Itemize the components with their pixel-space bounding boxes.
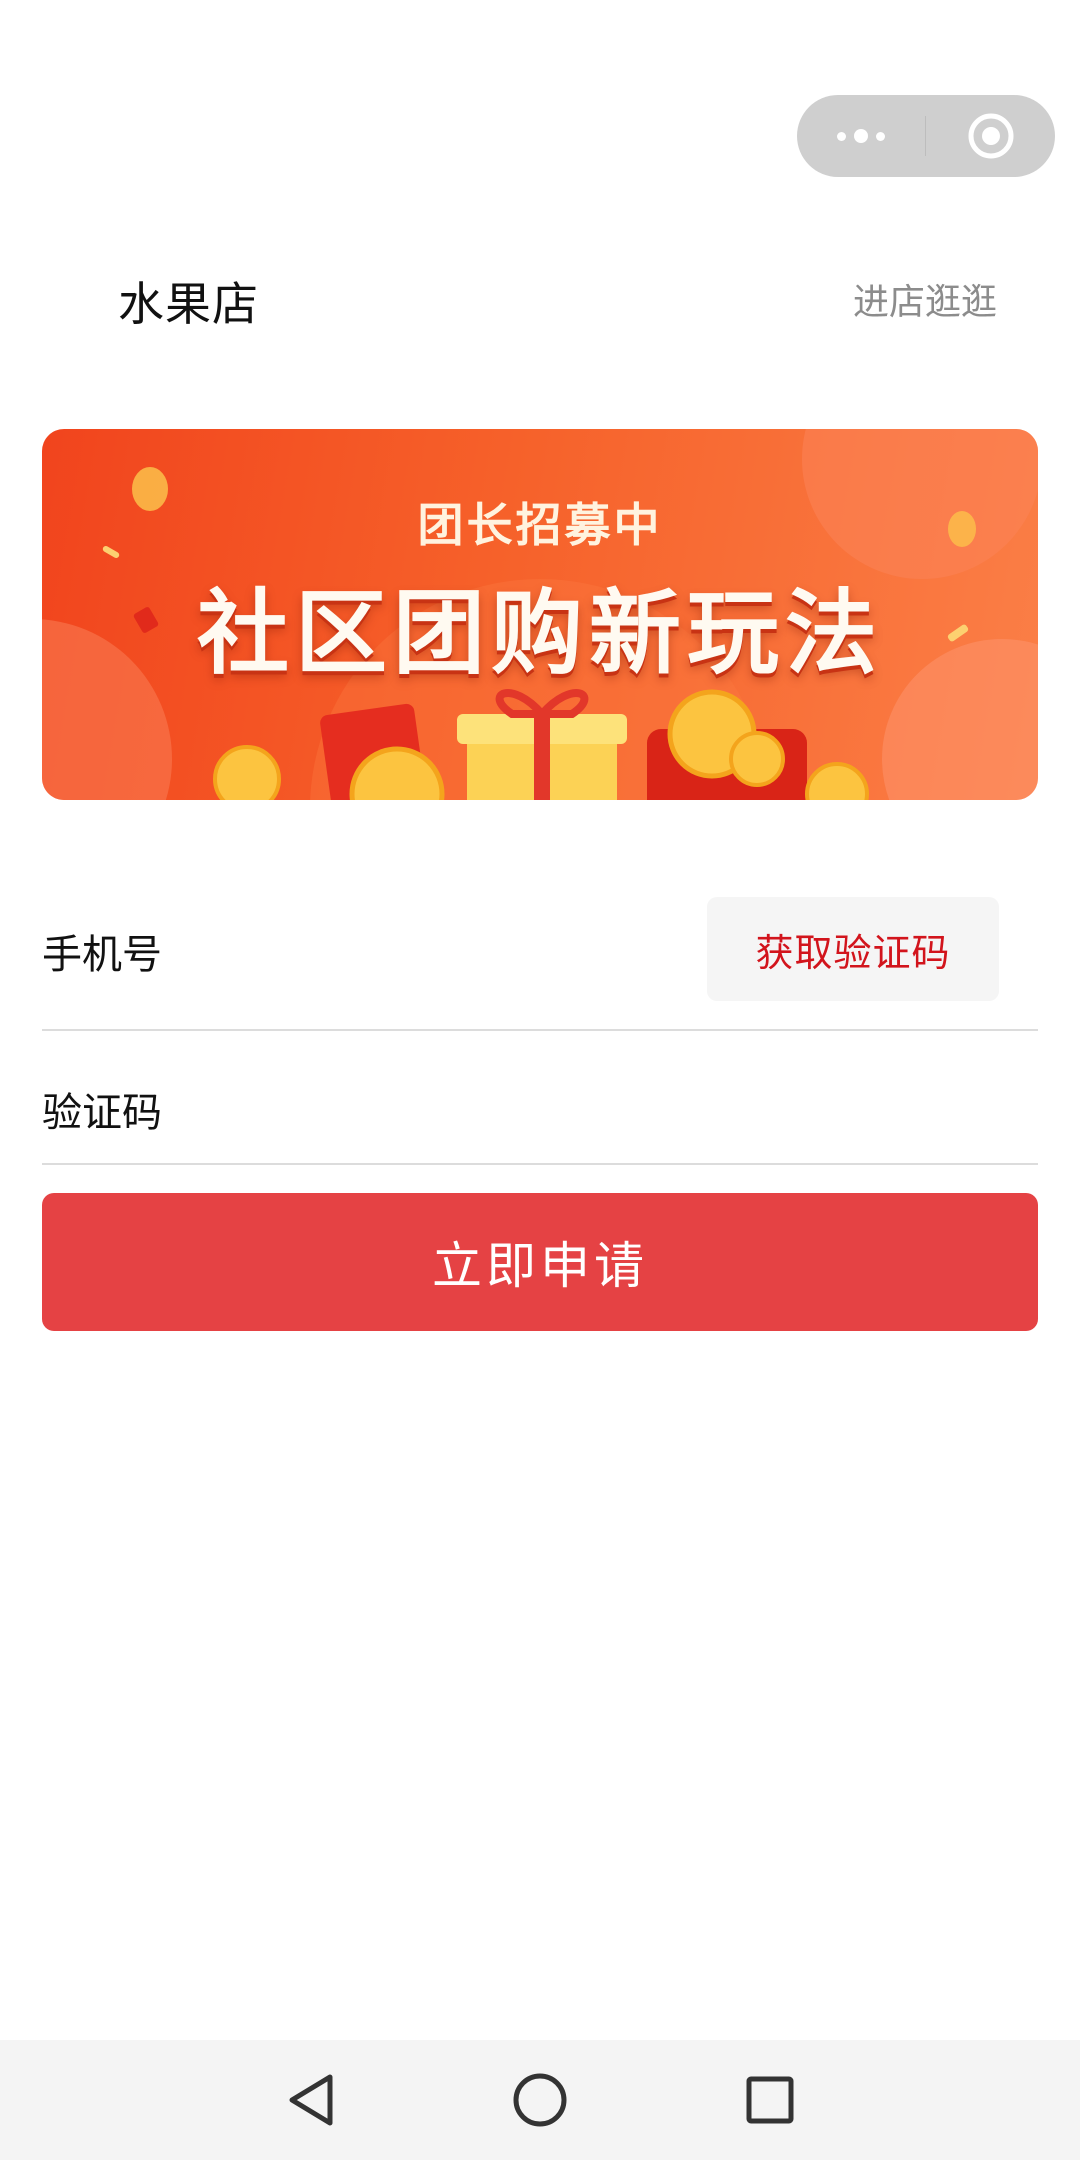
code-divider <box>42 1163 1038 1165</box>
submit-apply-button[interactable]: 立即申请 <box>42 1193 1038 1331</box>
shop-name: 水果店 <box>118 277 259 331</box>
miniprogram-capsule <box>797 95 1055 177</box>
recruit-banner[interactable]: 团长招募中 社区团购新玩法 <box>42 429 1038 800</box>
target-close-icon[interactable] <box>926 95 1055 177</box>
code-input[interactable] <box>200 1050 1038 1154</box>
phone-label: 手机号 <box>42 932 162 978</box>
triangle-back-icon[interactable] <box>250 2040 370 2160</box>
system-nav-bar <box>0 2040 1080 2160</box>
code-label: 验证码 <box>42 1090 162 1136</box>
more-dots-icon[interactable] <box>797 95 925 177</box>
page: 水果店 进店逛逛 团长招募中 社区团购新玩法 手机号 获取验证码 验证码 立即申… <box>0 0 1080 2160</box>
visit-shop-link[interactable]: 进店逛逛 <box>853 273 997 325</box>
phone-input[interactable] <box>200 897 690 1001</box>
circle-home-icon[interactable] <box>480 2040 600 2160</box>
banner-title: 社区团购新玩法 <box>196 580 883 687</box>
banner-subtitle: 团长招募中 <box>417 498 663 552</box>
square-recents-icon[interactable] <box>710 2040 830 2160</box>
phone-divider <box>42 1029 1038 1031</box>
get-code-button[interactable]: 获取验证码 <box>707 897 999 1001</box>
